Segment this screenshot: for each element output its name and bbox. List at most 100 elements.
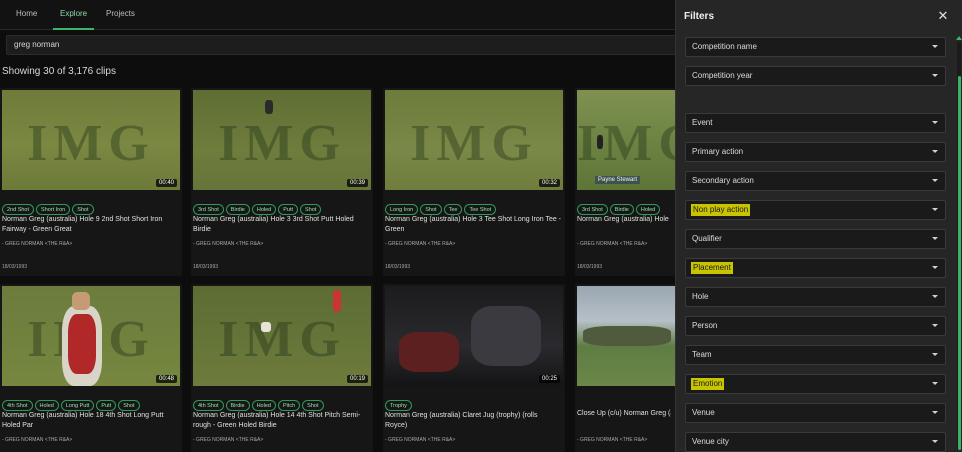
clip-card[interactable]: IMG Payne Stewart 3rd ShotBirdieHoledNorma… [575,88,675,276]
tag-chip[interactable]: 3rd Shot [577,204,608,215]
chevron-down-icon [932,440,938,443]
scroll-up-icon[interactable] [956,36,962,40]
tag-chip[interactable]: Short Iron [36,204,71,215]
filters-title: Filters [684,11,715,22]
clip-title[interactable]: Norman Greg (australia) Hole 9 2nd Shot … [2,215,178,235]
filters-panel: Filters ✕ Competition name Competition ye… [675,0,962,452]
clip-thumbnail[interactable]: IMG 00:39 [193,90,371,190]
filter-select-placement[interactable]: Placement [685,258,946,278]
clip-card[interactable]: IMG 00:19 4th Shot Birdie Holed Pitch Shot Norm… [191,284,373,452]
tag-chip[interactable]: Holed [251,400,276,411]
chevron-down-icon [932,179,938,182]
thumbnail-figure [399,332,459,372]
tag-chip[interactable]: Shot [420,204,442,215]
tag-chip[interactable]: 3rd Shot [193,204,224,215]
results-count: Showing 30 of 3,176 clips [2,66,116,77]
clip-card[interactable]: IMG 00:32 Long Iron Shot Tee Tee Shot Norman G… [383,88,565,276]
clip-thumbnail[interactable]: IMG Payne Stewart [577,90,675,190]
tab-home[interactable]: Home [9,0,44,30]
tag-chip[interactable]: 4th Shot [2,400,33,411]
clip-title[interactable]: Norman Greg (australia) Hole 3 Tee Shot … [385,215,561,235]
filter-label: Primary action [692,147,744,156]
chevron-down-icon [932,208,938,211]
tag-list: 3rd Shot Birdie Holed Putt Shot [193,198,323,216]
tag-chip[interactable]: Long Putt [60,400,95,411]
watermark-logo: IMG [410,115,538,172]
tag-list: Long Iron Shot Tee Tee Shot [385,198,498,216]
filter-label: Qualifier [692,234,722,243]
clip-duration: 00:48 [155,375,177,383]
clip-title[interactable]: Norman Greg (australia) Claret Jug (trop… [385,411,561,431]
clip-person: - GREG NORMAN <THE R&A> [385,241,456,247]
tag-chip[interactable]: 4th Shot [193,400,224,411]
clip-duration: 00:25 [538,375,560,383]
tab-explore[interactable]: Explore [53,0,95,30]
clip-person: - GREG NORMAN <THE R&A> [2,437,73,443]
clip-duration: 00:39 [346,179,368,187]
chevron-down-icon [932,353,938,356]
clip-title[interactable]: Norman Greg (australia) Hole 14 4th Shot… [193,411,369,431]
clip-card[interactable]: 00:25 Trophy Norman Greg (australia) Clare… [383,284,565,452]
tag-chip[interactable]: Holed [251,204,277,215]
tag-chip[interactable]: Long Iron [385,204,419,215]
clip-thumbnail[interactable] [577,286,675,386]
clip-card[interactable]: Close Up (c/u) Norman Greg (a - GREG NORM… [575,284,675,452]
tag-chip[interactable]: Tee Shot [464,204,497,215]
tag-chip[interactable]: Putt [278,204,299,215]
clip-thumbnail[interactable]: IMG 00:19 [193,286,371,386]
clip-thumbnail[interactable]: IMG 00:40 [2,90,180,190]
tab-projects[interactable]: Projects [99,0,142,30]
tag-chip[interactable]: Putt [96,400,117,411]
thumbnail-figure [583,326,671,346]
filter-select-venue[interactable]: Venue [685,403,946,423]
tag-chip[interactable]: Tee [443,204,463,215]
filter-select-event[interactable]: Event [685,113,946,133]
filter-select-competition-name[interactable]: Competition name [685,37,946,57]
tag-chip[interactable]: Birdie [225,204,250,215]
tag-chip[interactable]: Holed [34,400,59,411]
filter-select-competition-year[interactable]: Competition year [685,66,946,86]
filter-select-secondary-action[interactable]: Secondary action [685,171,946,191]
clip-thumbnail[interactable]: IMG 00:32 [385,90,563,190]
tag-chip[interactable]: Birdie [609,204,634,215]
filter-select-non-play-action[interactable]: Non play action [685,200,946,220]
tag-list: Trophy [385,394,414,412]
clip-title[interactable]: Norman Greg (australia) Hole 3 3rd Shot … [193,215,369,235]
clip-person: - GREG NORMAN <THE R&A> [193,437,264,443]
clip-thumbnail[interactable]: IMG00:48 [2,286,180,386]
filters-scrollbar-thumb[interactable] [958,76,961,450]
tag-chip[interactable]: Pitch [277,400,301,411]
tag-chip[interactable]: 2nd Shot [2,204,35,215]
clip-title[interactable]: Close Up (c/u) Norman Greg (a [577,409,671,419]
tag-chip[interactable]: Trophy [385,400,412,411]
chevron-down-icon [932,150,938,153]
clip-card[interactable]: IMG00:48 4th ShotHoledLong PuttPuttShotNo… [0,284,182,452]
tag-chip[interactable]: Shot [300,204,322,215]
tag-chip[interactable]: Shot [302,400,324,411]
tag-chip[interactable]: Birdie [225,400,250,411]
clip-title[interactable]: Norman Greg (australia) Hole 1 Birdie [577,215,671,225]
filter-select-team[interactable]: Team [685,345,946,365]
clip-thumbnail[interactable]: 00:25 [385,286,563,386]
chevron-down-icon [932,45,938,48]
clip-person: - GREG NORMAN <THE R&A> [577,437,648,443]
clip-card[interactable]: IMG 00:40 2nd Shot Short Iron Shot Norman Gre… [0,88,182,276]
clip-person: - GREG NORMAN <THE R&A> [2,241,73,247]
search-input[interactable]: greg norman [6,35,675,55]
filter-select-qualifier[interactable]: Qualifier [685,229,946,249]
filter-select-emotion[interactable]: Emotion [685,374,946,394]
clip-card[interactable]: IMG 00:39 3rd Shot Birdie Holed Putt Shot Norma… [191,88,373,276]
thumbnail-figure [333,290,341,312]
filter-select-venue-city[interactable]: Venue city [685,432,946,452]
filter-select-primary-action[interactable]: Primary action [685,142,946,162]
clip-title[interactable]: Norman Greg (australia) Hole 18 4th Shot… [2,411,178,431]
tag-chip[interactable]: Shot [72,204,94,215]
filter-select-hole[interactable]: Hole [685,287,946,307]
watermark-logo: IMG [218,115,346,172]
tag-chip[interactable]: Holed [635,204,661,215]
tag-chip[interactable]: Shot [118,400,140,411]
clip-date: 18/03/1993 [385,264,411,270]
close-icon[interactable]: ✕ [935,8,951,24]
filter-select-person[interactable]: Person [685,316,946,336]
chevron-down-icon [932,382,938,385]
